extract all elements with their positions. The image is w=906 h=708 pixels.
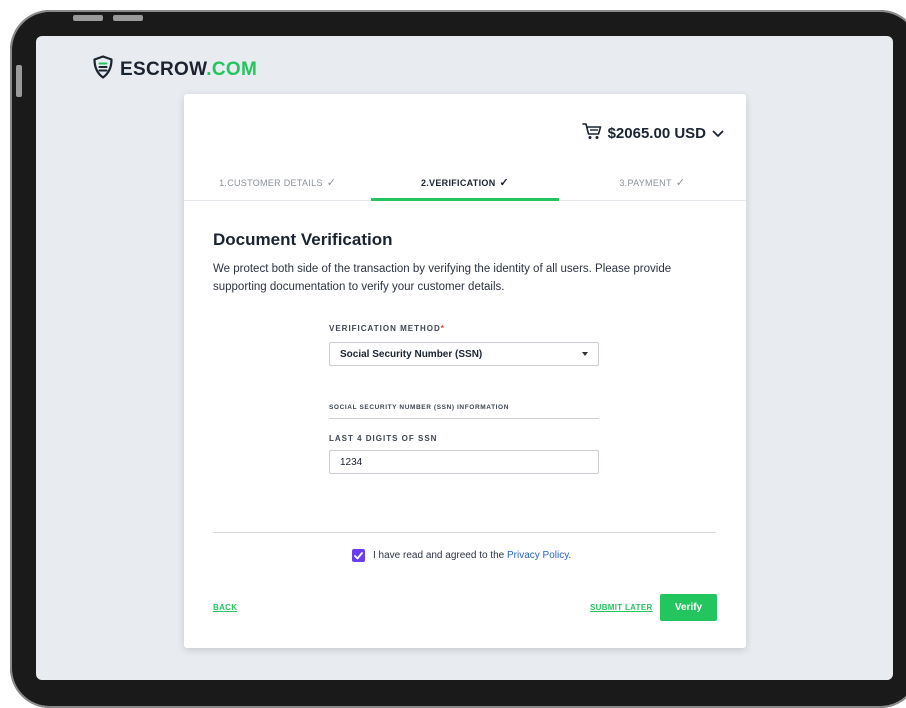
verification-card: $2065.00 USD 1.CUSTOMER DETAILS ✓ 2.VERIF…	[184, 94, 746, 648]
step-payment[interactable]: 3.PAYMENT ✓	[559, 172, 746, 200]
step-customer-details[interactable]: 1.CUSTOMER DETAILS ✓	[184, 172, 371, 200]
progress-steps: 1.CUSTOMER DETAILS ✓ 2.VERIFICATION ✓ 3.PA…	[184, 172, 746, 201]
ssn-field-label: LAST 4 DIGITS OF SSN	[329, 434, 438, 443]
privacy-text: I have read and agreed to the Privacy Po…	[373, 550, 572, 561]
ssn-section-label: SOCIAL SECURITY NUMBER (SSN) INFORMATION	[329, 404, 599, 419]
privacy-agreement: I have read and agreed to the Privacy Po…	[352, 549, 571, 562]
caret-down-icon	[582, 352, 588, 356]
step-verification[interactable]: 2.VERIFICATION ✓	[371, 172, 559, 201]
privacy-checkbox[interactable]	[352, 549, 365, 562]
verification-method-value: Social Security Number (SSN)	[340, 348, 483, 360]
privacy-policy-link[interactable]: Privacy Policy	[507, 550, 569, 561]
screen: ESCROW.COM $2065.00 USD 1.CUSTOMER DETAI…	[36, 36, 893, 680]
check-icon	[354, 551, 363, 559]
cart-summary[interactable]: $2065.00 USD	[581, 122, 724, 145]
cart-total: $2065.00 USD	[607, 125, 706, 142]
divider	[213, 532, 716, 533]
ssn-last4-input[interactable]	[329, 450, 599, 474]
escrow-logo[interactable]: ESCROW.COM	[92, 55, 257, 84]
back-link[interactable]: BACK	[213, 603, 237, 612]
brand-name: ESCROW.COM	[120, 58, 258, 80]
verify-button[interactable]: Verify	[660, 594, 717, 621]
verification-method-select[interactable]: Social Security Number (SSN)	[329, 342, 599, 366]
chevron-down-icon	[712, 125, 724, 143]
device-volume-button	[113, 15, 143, 21]
page-description: We protect both side of the transaction …	[213, 263, 672, 293]
shield-icon	[92, 55, 114, 84]
device-volume-button	[73, 15, 103, 21]
checkmark-icon: ✓	[675, 177, 686, 189]
checkmark-icon: ✓	[499, 177, 510, 189]
page-title: Document Verification	[213, 230, 393, 249]
submit-later-link[interactable]: SUBMIT LATER	[590, 603, 653, 612]
checkmark-icon: ✓	[326, 177, 337, 189]
device-side-button	[16, 65, 22, 97]
verification-method-label: VERIFICATION METHOD*	[329, 324, 445, 333]
cart-icon	[581, 122, 602, 145]
